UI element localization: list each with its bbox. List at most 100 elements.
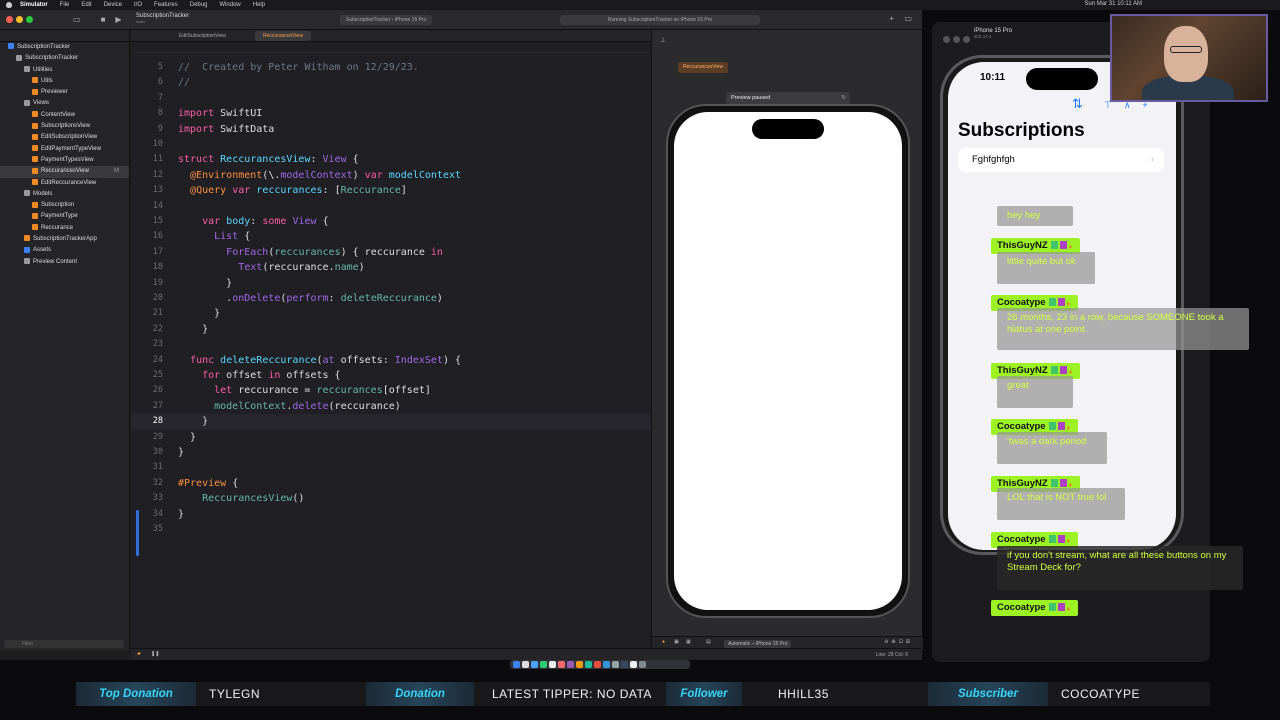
code-line[interactable]: 16 List {: [131, 229, 651, 244]
menu-item-window[interactable]: Window: [219, 2, 240, 8]
navigator-item[interactable]: ReccurancesView M: [0, 166, 129, 178]
pin-icon[interactable]: ⊥: [660, 36, 666, 44]
run-icon[interactable]: ▶: [115, 15, 121, 24]
navigator-item[interactable]: SubscriptionsView: [0, 121, 129, 132]
code-line[interactable]: 10: [131, 137, 651, 152]
navigator-item[interactable]: SubscriptionTracker: [0, 53, 129, 64]
navigator-item[interactable]: ContentView: [0, 110, 129, 121]
navigator-filter-field[interactable]: Filter: [4, 640, 124, 648]
terminal-icon[interactable]: [621, 661, 628, 668]
close-window-button[interactable]: [6, 16, 13, 23]
calendar-icon[interactable]: [558, 661, 565, 668]
preview-paused-banner[interactable]: Preview paused ↻: [726, 92, 850, 104]
selectable-icon[interactable]: ▣: [674, 639, 679, 645]
navigator-item[interactable]: EditPaymentTypeView: [0, 144, 129, 155]
code-line[interactable]: 29 }: [131, 430, 651, 445]
code-line[interactable]: 8 import SwiftUI: [131, 106, 651, 121]
navigator-item[interactable]: Models: [0, 189, 129, 200]
navigator-item[interactable]: PaymentTypesView: [0, 155, 129, 166]
code-line[interactable]: 35: [131, 522, 651, 537]
code-line[interactable]: 22 }: [131, 322, 651, 337]
code-line[interactable]: 27 modelContext.delete(reccurance): [131, 399, 651, 414]
code-line[interactable]: 13 @Query var reccurances: [Reccurance]: [131, 183, 651, 198]
navigator-item[interactable]: Assets: [0, 245, 129, 256]
code-line[interactable]: 5 // Created by Peter Witham on 12/29/23.: [131, 60, 651, 75]
code-line[interactable]: 14: [131, 199, 651, 214]
navigator-item[interactable]: SubscriptionTrackerApp: [0, 234, 129, 245]
code-line[interactable]: 6 //: [131, 75, 651, 90]
sort-icon[interactable]: ⇅: [1072, 96, 1083, 112]
menu-item-edit[interactable]: Edit: [81, 2, 91, 8]
mail-icon[interactable]: [549, 661, 556, 668]
navigator-item[interactable]: EditReccuranceView: [0, 178, 129, 189]
notes-icon[interactable]: [576, 661, 583, 668]
launchpad-icon[interactable]: [522, 661, 529, 668]
code-line[interactable]: 17 ForEach(reccurances) { reccurance in: [131, 245, 651, 260]
sidebar-toggle-icon[interactable]: ▭: [73, 15, 81, 24]
navigator-item[interactable]: Reccurance: [0, 223, 129, 234]
code-line[interactable]: 33 ReccurancesView(): [131, 491, 651, 506]
variants-icon[interactable]: ▦: [686, 639, 691, 645]
simulator-window-controls[interactable]: [940, 30, 970, 48]
inspector-toggle-icon[interactable]: ▭: [904, 14, 912, 23]
zoom-controls-icon[interactable]: ⊖⊕⊡⊞: [884, 639, 913, 645]
device-selector[interactable]: Automatic – iPhone 15 Pro: [724, 640, 792, 648]
safari-icon[interactable]: [531, 661, 538, 668]
preview-screen[interactable]: [674, 112, 902, 610]
list-row[interactable]: Fghfghfgh ›: [958, 148, 1164, 172]
refresh-icon[interactable]: ↻: [841, 92, 846, 104]
code-line[interactable]: 12 @Environment(\.modelContext) var mode…: [131, 168, 651, 183]
navigator-item[interactable]: PaymentType: [0, 211, 129, 222]
navigator-item[interactable]: Views: [0, 98, 129, 109]
settings-icon[interactable]: [612, 661, 619, 668]
navigator-item[interactable]: Utils: [0, 76, 129, 87]
code-line[interactable]: 18 Text(reccurance.name): [131, 260, 651, 275]
code-line[interactable]: 23: [131, 337, 651, 352]
navigator-item[interactable]: Utilities: [0, 65, 129, 76]
device-settings-icon[interactable]: ▤: [706, 639, 711, 645]
code-line[interactable]: 19 }: [131, 276, 651, 291]
menu-item-app[interactable]: Simulator: [20, 2, 48, 8]
trash-icon[interactable]: [639, 661, 646, 668]
menu-item-debug[interactable]: Debug: [190, 2, 208, 8]
code-line[interactable]: 30}: [131, 445, 651, 460]
menu-item-device[interactable]: Device: [104, 2, 122, 8]
navigator-item[interactable]: Preview Content: [0, 257, 129, 268]
code-line[interactable]: 26 let reccurance = reccurances[offset]: [131, 383, 651, 398]
stop-icon[interactable]: ■: [101, 15, 106, 24]
code-line[interactable]: 9 import SwiftData: [131, 122, 651, 137]
navigator-item[interactable]: Subscription: [0, 200, 129, 211]
pause-icon[interactable]: ❚❚: [151, 651, 159, 657]
breakpoint-icon[interactable]: ▰: [137, 651, 141, 657]
code-line[interactable]: 24 func deleteReccurance(at offsets: Ind…: [131, 353, 651, 368]
code-line[interactable]: 32 #Preview {: [131, 476, 651, 491]
messages-icon[interactable]: [540, 661, 547, 668]
simulator-dock-icon[interactable]: [630, 661, 637, 668]
navigator-item[interactable]: Previewer: [0, 87, 129, 98]
run-destination[interactable]: SubscriptionTracker › iPhone 15 Pro: [340, 15, 433, 25]
navigator-item[interactable]: EditSubscriptionView: [0, 132, 129, 143]
code-line[interactable]: 31: [131, 460, 651, 475]
code-line[interactable]: 34}: [131, 507, 651, 522]
menu-item-features[interactable]: Features: [154, 2, 178, 8]
menu-item-io[interactable]: I/O: [134, 2, 142, 8]
minimize-window-button[interactable]: [16, 16, 23, 23]
podcasts-icon[interactable]: [567, 661, 574, 668]
code-line[interactable]: 7: [131, 91, 651, 106]
finder-icon[interactable]: [513, 661, 520, 668]
code-line[interactable]: 21 }: [131, 306, 651, 321]
add-icon[interactable]: +: [889, 14, 894, 23]
preview-view-chip[interactable]: ReccurancesView: [678, 62, 728, 73]
xcode-dock-icon[interactable]: [603, 661, 610, 668]
maps-icon[interactable]: [585, 661, 592, 668]
code-line[interactable]: 20 .onDelete(perform: deleteReccurance): [131, 291, 651, 306]
tab-edit-subscription-view[interactable]: EditSubscriptionView: [171, 31, 234, 41]
navigator-item[interactable]: SubscriptionTracker: [0, 42, 129, 53]
menu-item-file[interactable]: File: [60, 2, 70, 8]
music-icon[interactable]: [594, 661, 601, 668]
live-icon[interactable]: ●: [662, 639, 665, 645]
scheme-title[interactable]: SubscriptionTracker main: [136, 13, 189, 24]
zoom-window-button[interactable]: [26, 16, 33, 23]
apple-icon[interactable]: [6, 2, 12, 8]
code-line[interactable]: 28 }: [131, 414, 651, 430]
